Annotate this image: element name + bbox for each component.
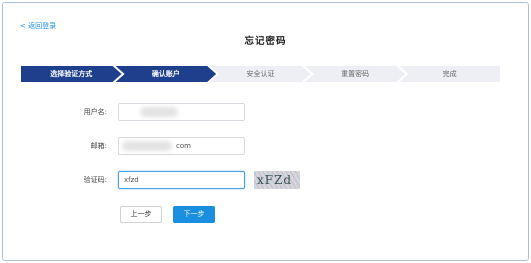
username-row: 用户名:	[0, 103, 531, 121]
step-complete: 完成	[399, 66, 500, 82]
step-reset-password: 重置密码	[305, 66, 406, 82]
username-label: 用户名:	[83, 108, 107, 116]
next-step-button[interactable]: 下一步	[173, 206, 215, 223]
step-select-method: 选择验证方式	[21, 66, 122, 82]
captcha-label: 验证码:	[83, 176, 107, 184]
captcha-input[interactable]	[118, 171, 245, 189]
page-title: 忘记密码	[244, 36, 287, 47]
step-security-auth: 安全认证	[210, 66, 311, 82]
step-confirm-account: 确认账户	[116, 66, 217, 82]
progress-steps: 选择验证方式 确认账户 安全认证 重置密码 完成	[21, 66, 500, 82]
captcha-row: 验证码: xFZd	[0, 171, 531, 189]
captcha-image[interactable]: xFZd	[254, 171, 300, 189]
captcha-text: xFZd	[257, 173, 293, 187]
previous-step-button[interactable]: 上一步	[120, 206, 162, 223]
email-input[interactable]	[118, 137, 245, 155]
email-label: 邮箱:	[90, 142, 107, 150]
email-row: 邮箱:	[0, 137, 531, 155]
back-to-login-link[interactable]: < 返回登录	[20, 21, 56, 31]
username-input[interactable]	[118, 103, 245, 121]
